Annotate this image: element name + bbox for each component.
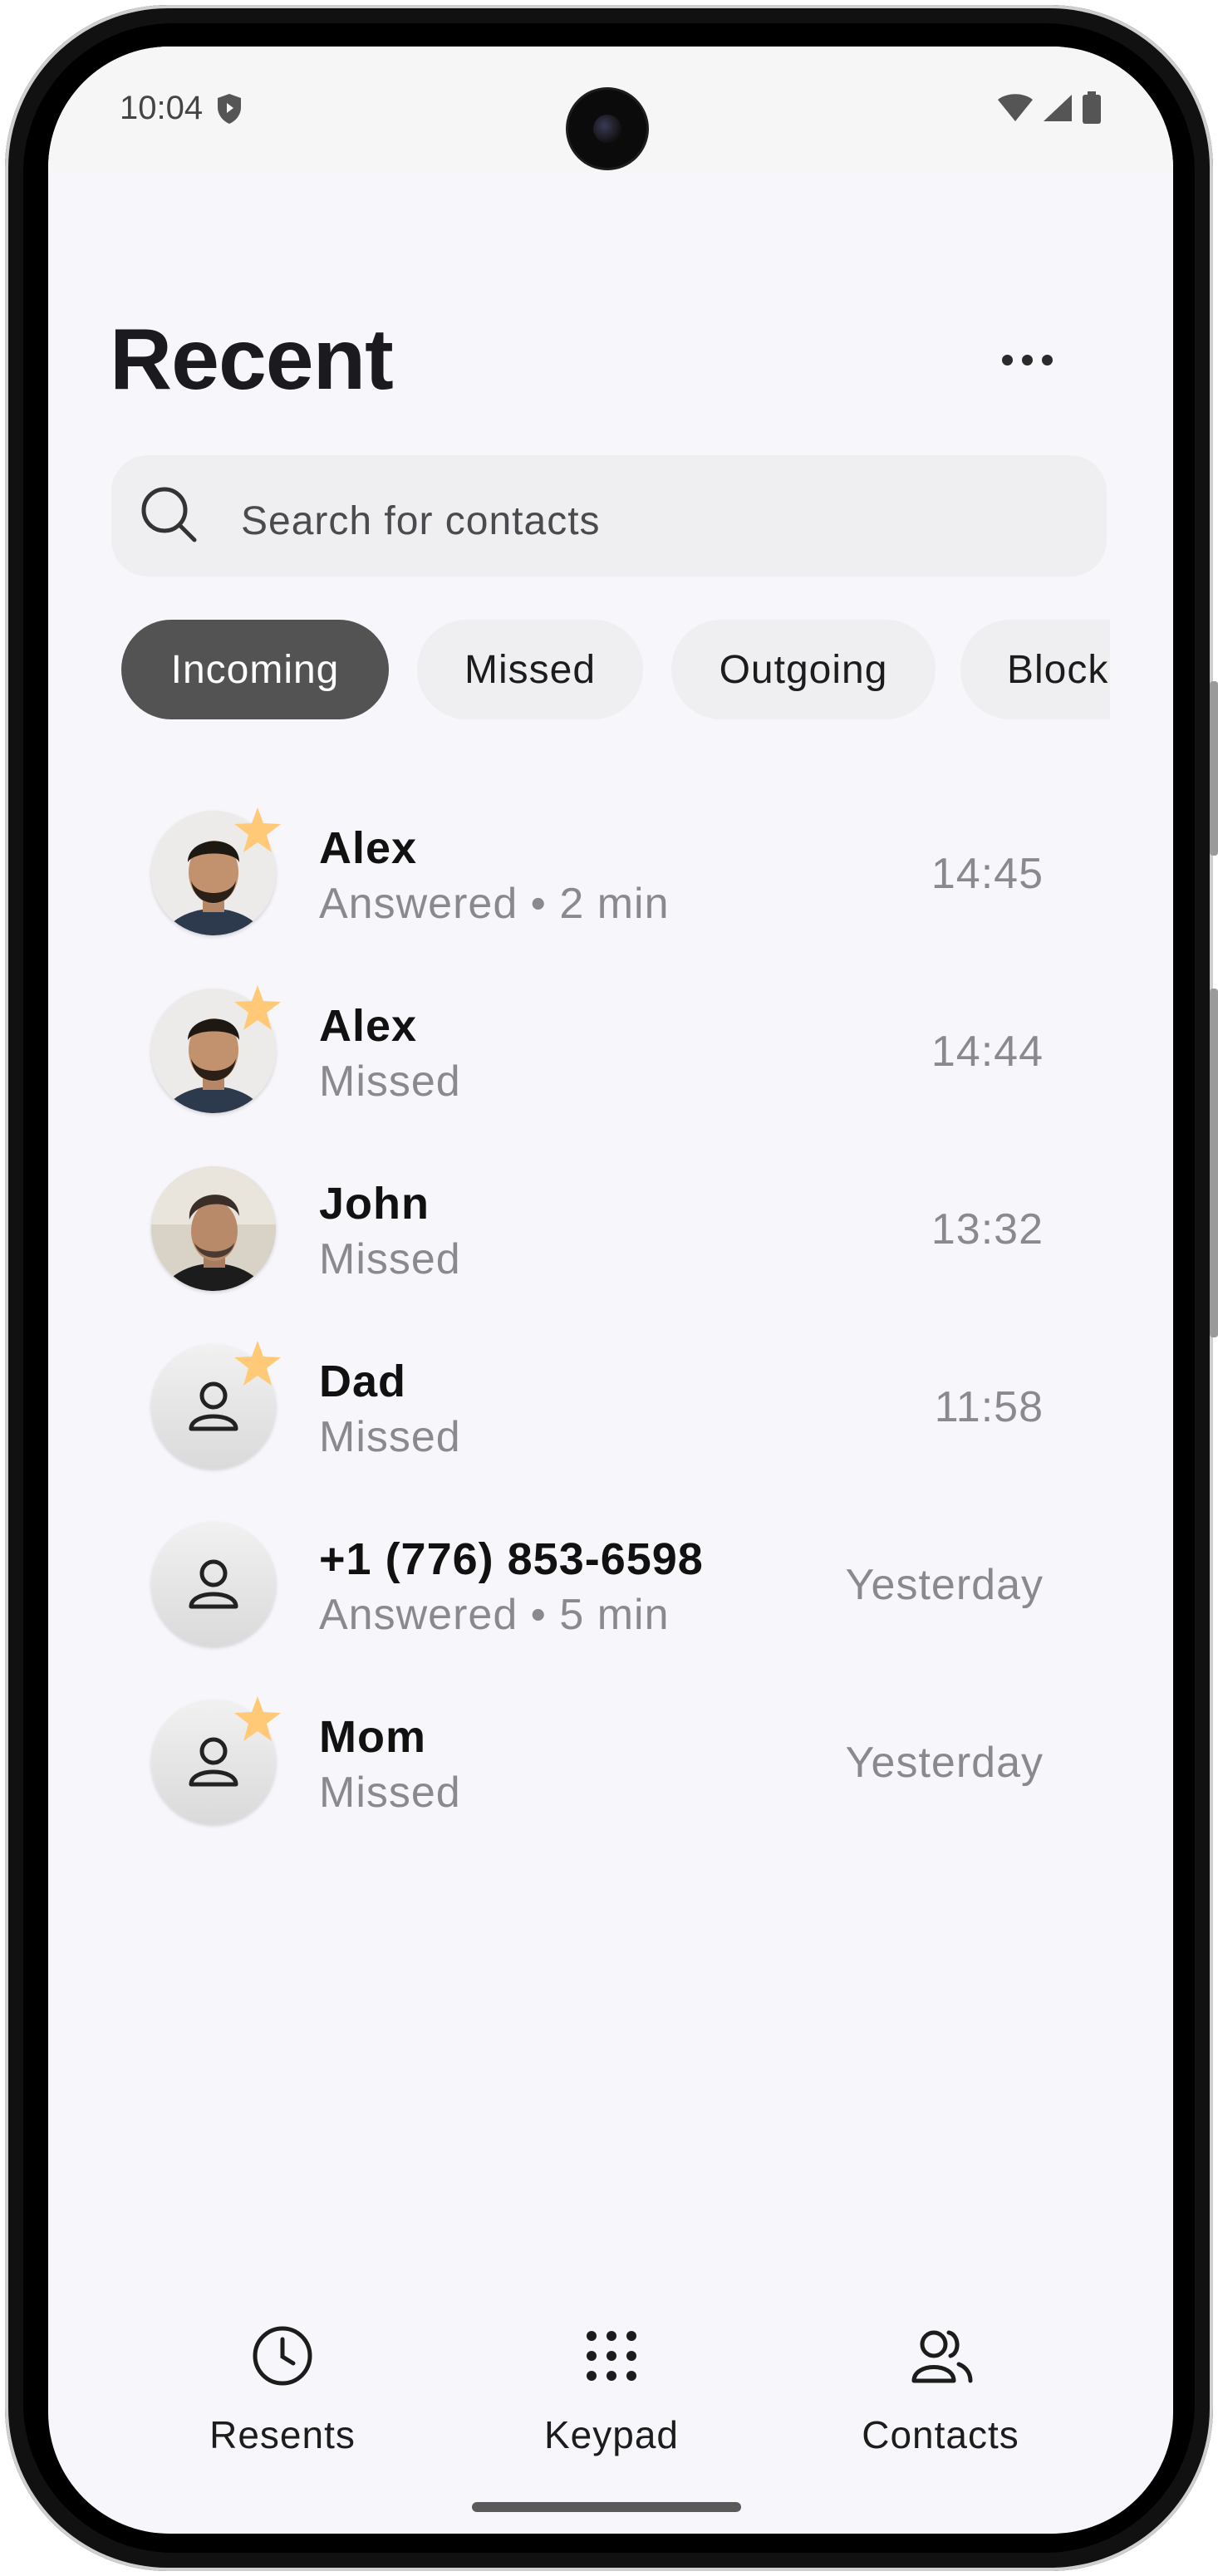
call-time: 14:45 bbox=[931, 850, 1044, 898]
call-detail: Missed bbox=[319, 1413, 461, 1461]
shield-icon bbox=[216, 93, 243, 129]
avatar-placeholder bbox=[151, 1522, 276, 1646]
call-row[interactable]: Mom Missed Yesterday bbox=[48, 1666, 1173, 1844]
contact-name: Dad bbox=[319, 1357, 407, 1406]
status-icons bbox=[997, 91, 1102, 129]
volume-button bbox=[1210, 989, 1218, 1337]
front-camera bbox=[568, 90, 646, 168]
search-icon bbox=[138, 483, 201, 551]
filter-chips: Incoming Missed Outgoing Block bbox=[121, 620, 1110, 721]
contact-name: John bbox=[319, 1179, 430, 1229]
call-detail: Missed bbox=[319, 1235, 461, 1283]
call-time: Yesterday bbox=[845, 1739, 1044, 1787]
call-time: 11:58 bbox=[934, 1383, 1044, 1431]
status-bar: 10:04 bbox=[48, 47, 1173, 173]
favorite-star-icon bbox=[233, 1695, 282, 1747]
nav-keypad[interactable]: Keypad bbox=[487, 2323, 736, 2472]
chip-outgoing[interactable]: Outgoing bbox=[671, 620, 936, 719]
call-time: 13:32 bbox=[931, 1205, 1044, 1254]
clock-icon bbox=[249, 2323, 316, 2393]
contact-name: Alex bbox=[319, 1001, 418, 1051]
favorite-star-icon bbox=[233, 1339, 282, 1391]
nav-recents-label: Resents bbox=[209, 2413, 356, 2456]
chip-block-label: Block bbox=[1007, 647, 1109, 692]
favorite-star-icon bbox=[233, 806, 282, 858]
call-detail: Missed bbox=[319, 1057, 461, 1106]
nav-recents[interactable]: Resents bbox=[158, 2323, 407, 2472]
favorite-star-icon bbox=[233, 984, 282, 1036]
power-button bbox=[1210, 681, 1218, 856]
nav-contacts-label: Contacts bbox=[862, 2413, 1019, 2456]
contacts-icon bbox=[907, 2323, 974, 2393]
screen: 10:04 Recent Search for contacts Incomin… bbox=[48, 47, 1173, 2534]
signal-icon bbox=[1042, 93, 1073, 127]
page-title: Recent bbox=[110, 312, 394, 408]
call-time: Yesterday bbox=[845, 1561, 1044, 1609]
contact-name: Mom bbox=[319, 1712, 426, 1762]
more-options-button[interactable] bbox=[1002, 347, 1060, 372]
call-row[interactable]: Dad Missed 11:58 bbox=[48, 1311, 1173, 1489]
chip-block[interactable]: Block bbox=[960, 620, 1110, 719]
call-row[interactable]: John Missed 13:32 bbox=[48, 1133, 1173, 1311]
nav-contacts[interactable]: Contacts bbox=[816, 2323, 1065, 2472]
call-row[interactable]: +1 (776) 853-6598 Answered • 5 min Yeste… bbox=[48, 1489, 1173, 1666]
keypad-icon bbox=[578, 2323, 645, 2393]
contact-name: +1 (776) 853-6598 bbox=[319, 1534, 704, 1584]
contact-name: Alex bbox=[319, 823, 418, 873]
chip-missed[interactable]: Missed bbox=[417, 620, 643, 719]
battery-icon bbox=[1082, 91, 1102, 129]
call-detail: Answered • 5 min bbox=[319, 1591, 670, 1639]
call-row[interactable]: Alex Missed 14:44 bbox=[48, 955, 1173, 1133]
call-time: 14:44 bbox=[931, 1028, 1044, 1076]
home-indicator[interactable] bbox=[472, 2502, 741, 2512]
wifi-icon bbox=[997, 93, 1034, 127]
avatar-photo bbox=[151, 1166, 276, 1291]
status-time: 10:04 bbox=[120, 90, 204, 126]
call-detail: Missed bbox=[319, 1769, 461, 1817]
search-input[interactable]: Search for contacts bbox=[241, 498, 601, 544]
call-detail: Answered • 2 min bbox=[319, 880, 670, 928]
search-bar[interactable]: Search for contacts bbox=[111, 455, 1107, 577]
dot bbox=[1002, 354, 1013, 366]
dot bbox=[1022, 354, 1033, 366]
chip-incoming[interactable]: Incoming bbox=[121, 620, 389, 719]
nav-keypad-label: Keypad bbox=[543, 2413, 679, 2456]
dot bbox=[1042, 354, 1053, 366]
call-row[interactable]: Alex Answered • 2 min 14:45 bbox=[48, 778, 1173, 955]
